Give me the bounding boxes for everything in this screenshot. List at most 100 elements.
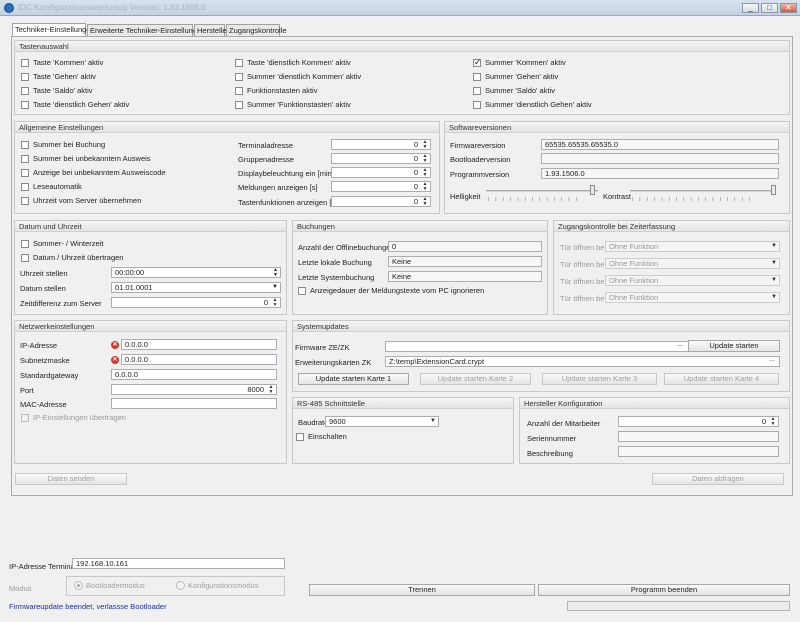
check-rs485-einschalten[interactable]: Einschalten — [296, 432, 347, 441]
kontrast-slider-thumb[interactable] — [771, 185, 776, 195]
check-funktionstasten[interactable]: Funktionstasten aktiv — [235, 86, 317, 95]
checkbox[interactable] — [21, 154, 29, 163]
check-taste-saldo[interactable]: Taste 'Saldo' aktiv — [21, 86, 93, 95]
baudrate-select[interactable]: 9600 ▼ — [325, 416, 439, 427]
terminaladresse-stepper[interactable]: 0 ▲ ▼ — [331, 139, 431, 150]
checkbox[interactable] — [21, 72, 29, 81]
check-leseautomatik[interactable]: Leseautomatik — [21, 182, 82, 191]
check-taste-kommen[interactable]: Taste 'Kommen' aktiv — [21, 58, 103, 67]
checkbox[interactable] — [235, 100, 243, 109]
uhrzeit-field[interactable]: 00:00:00 ▲ ▼ — [111, 267, 281, 278]
firmware-path-field[interactable] — [385, 341, 689, 352]
checkbox[interactable] — [21, 253, 29, 262]
displaybeleuchtung-stepper[interactable]: 0 ▲ ▼ — [331, 167, 431, 178]
datum-field[interactable]: 01.01.0001 ▼ — [111, 282, 281, 293]
browse-extension-icon[interactable]: ... — [769, 356, 775, 363]
checkbox[interactable] — [21, 182, 29, 191]
spin-arrows-icon[interactable]: ▲ ▼ — [421, 154, 429, 164]
update-karte-3-button[interactable]: Update starten Karte 3 — [542, 373, 657, 385]
subnet-field[interactable]: 0.0.0.0 — [121, 354, 277, 365]
maximize-button[interactable]: □ — [761, 3, 778, 13]
extension-path-field[interactable]: Z:\temp\ExtensionCard.crypt — [385, 356, 780, 367]
checkbox[interactable] — [235, 58, 243, 67]
check-summer-funktionstasten[interactable]: Summer 'Funktionstasten' aktiv — [235, 100, 351, 109]
check-anzeige-unbekannt[interactable]: Anzeige bei unbekanntem Ausweiscode — [21, 168, 166, 177]
checkbox[interactable] — [298, 286, 306, 295]
ip-terminal-field[interactable]: 192.168.10.161 — [72, 558, 285, 569]
daten-senden-button[interactable]: Daten senden — [15, 473, 127, 485]
radio-bootloadermodus[interactable]: Bootloadermodus — [74, 581, 145, 590]
tuer-select-1[interactable]: Ohne Funktion ▼ — [605, 241, 780, 252]
check-taste-dienstlich-gehen[interactable]: Taste 'dienstlich Gehen' aktiv — [21, 100, 129, 109]
meldungen-stepper[interactable]: 0 ▲ ▼ — [331, 181, 431, 192]
check-summer-kommen[interactable]: Summer 'Kommen' aktiv — [473, 57, 566, 68]
check-summer-gehen[interactable]: Summer 'Gehen' aktiv — [473, 72, 558, 81]
checkbox[interactable] — [21, 86, 29, 95]
checkbox-checked[interactable] — [473, 57, 482, 68]
check-summer-unbekannt[interactable]: Summer bei unbekanntem Ausweis — [21, 154, 151, 163]
check-taste-dienstlich-kommen[interactable]: Taste 'dienstlich Kommen' aktiv — [235, 58, 351, 67]
trennen-button[interactable]: Trennen — [309, 584, 535, 596]
update-karte-1-button[interactable]: Update starten Karte 1 — [298, 373, 409, 385]
update-starten-button[interactable]: Update starten — [688, 340, 780, 352]
beschreibung-field[interactable] — [618, 446, 779, 457]
update-karte-4-button[interactable]: Update starten Karte 4 — [664, 373, 779, 385]
checkbox[interactable] — [21, 413, 29, 422]
checkbox[interactable] — [235, 72, 243, 81]
check-summer-buchung[interactable]: Summer bei Buchung — [21, 140, 105, 149]
tuer-select-4[interactable]: Ohne Funktion ▼ — [605, 292, 780, 303]
check-datum-uebertragen[interactable]: Datum / Uhrzeit übertragen — [21, 253, 123, 262]
zeitdifferenz-stepper[interactable]: 0 ▲ ▼ — [111, 297, 281, 308]
spin-arrows-icon[interactable]: ▲ ▼ — [421, 197, 429, 207]
checkbox[interactable] — [21, 100, 29, 109]
mitarbeiter-stepper[interactable]: 0 ▲ ▼ — [618, 416, 779, 427]
tuer-select-2[interactable]: Ohne Funktion ▼ — [605, 258, 780, 269]
spin-arrows-icon[interactable]: ▲ ▼ — [273, 268, 278, 277]
checkbox[interactable] — [473, 72, 481, 81]
radio-selected[interactable] — [74, 581, 83, 590]
check-summer-saldo[interactable]: Summer 'Saldo' aktiv — [473, 86, 555, 95]
check-ip-uebertragen[interactable]: IP-Einstellungen übertragen — [21, 413, 126, 422]
helligkeit-slider[interactable] — [486, 190, 598, 192]
checkbox[interactable] — [21, 140, 29, 149]
spin-arrows-icon[interactable]: ▲ ▼ — [421, 140, 429, 150]
daten-abfragen-button[interactable]: Daten abfragen — [652, 473, 784, 485]
check-sommerzeit[interactable]: Sommer- / Winterzeit — [21, 239, 103, 248]
seriennummer-field[interactable] — [618, 431, 779, 442]
kontrast-slider[interactable] — [630, 190, 776, 192]
update-karte-2-button[interactable]: Update starten Karte 2 — [420, 373, 531, 385]
radio-konfigurationsmodus[interactable]: Konfigurationsmodus — [176, 581, 258, 590]
checkbox[interactable] — [473, 100, 481, 109]
checkbox[interactable] — [21, 168, 29, 177]
helligkeit-slider-thumb[interactable] — [589, 185, 595, 195]
mac-field[interactable] — [111, 398, 277, 409]
browse-firmware-icon[interactable]: ... — [677, 341, 683, 348]
spin-arrows-icon[interactable]: ▲ ▼ — [267, 385, 275, 395]
programm-beenden-button[interactable]: Programm beenden — [538, 584, 790, 596]
spin-arrows-icon[interactable]: ▲ ▼ — [271, 298, 279, 308]
calendar-dropdown-icon[interactable]: ▼ — [272, 283, 278, 292]
port-stepper[interactable]: 8000 ▲ ▼ — [111, 384, 277, 395]
check-summer-dienstlich-kommen[interactable]: Summer 'dienstlich Kommen' aktiv — [235, 72, 361, 81]
checkbox[interactable] — [21, 196, 29, 205]
spin-arrows-icon[interactable]: ▲ ▼ — [769, 417, 777, 427]
checkbox[interactable] — [296, 432, 304, 441]
check-summer-dienstlich-gehen[interactable]: Summer 'dienstlich Gehen' aktiv — [473, 100, 592, 109]
radio[interactable] — [176, 581, 185, 590]
check-taste-gehen[interactable]: Taste 'Gehen' aktiv — [21, 72, 96, 81]
checkbox[interactable] — [235, 86, 243, 95]
tastenfunktionen-stepper[interactable]: 0 ▲ ▼ — [331, 196, 431, 207]
tuer-select-3[interactable]: Ohne Funktion ▼ — [605, 275, 780, 286]
checkbox[interactable] — [21, 58, 29, 67]
check-anzeigedauer[interactable]: Anzeigedauer der Meldungstexte vom PC ig… — [298, 286, 484, 295]
minimize-button[interactable]: _ — [742, 3, 759, 13]
gruppenadresse-stepper[interactable]: 0 ▲ ▼ — [331, 153, 431, 164]
ip-field[interactable]: 0.0.0.0 — [121, 339, 277, 350]
gateway-field[interactable]: 0.0.0.0 — [111, 369, 277, 380]
check-uhrzeit-server[interactable]: Uhrzeit vom Server übernehmen — [21, 196, 141, 205]
spin-arrows-icon[interactable]: ▲ ▼ — [421, 182, 429, 192]
spin-arrows-icon[interactable]: ▲ ▼ — [421, 168, 429, 178]
close-button[interactable]: ✕ — [780, 3, 797, 13]
checkbox[interactable] — [21, 239, 29, 248]
tab-techniker[interactable]: Techniker-Einstellungen — [12, 23, 95, 37]
